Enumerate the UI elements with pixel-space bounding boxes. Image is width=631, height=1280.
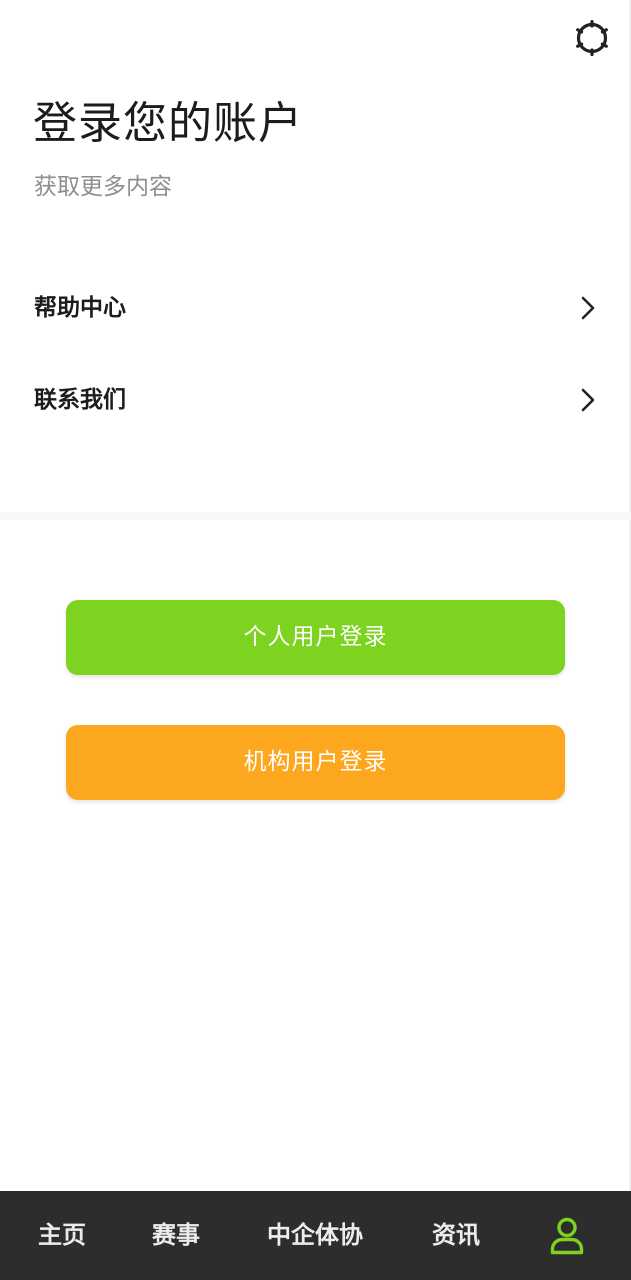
chevron-right-icon — [581, 296, 595, 320]
personal-login-button[interactable]: 个人用户登录 — [66, 600, 565, 675]
tab-enterprise-sports-association[interactable]: 中企体协 — [256, 1191, 374, 1280]
bottom-tab-bar: 主页 赛事 中企体协 资讯 — [0, 1191, 631, 1280]
menu-item-label: 联系我们 — [34, 387, 126, 413]
organization-login-button[interactable]: 机构用户登录 — [66, 725, 565, 800]
account-header-section: 登录您的账户 获取更多内容 帮助中心 联系我们 — [0, 0, 631, 512]
page-title: 登录您的账户 — [33, 98, 303, 149]
chevron-right-icon — [581, 388, 595, 412]
page-subtitle: 获取更多内容 — [34, 174, 172, 200]
settings-button[interactable] — [571, 17, 613, 59]
menu-item-help-center[interactable]: 帮助中心 — [0, 276, 631, 340]
tab-home[interactable]: 主页 — [22, 1191, 102, 1280]
settings-gear-icon — [576, 20, 608, 56]
tab-profile[interactable] — [530, 1191, 604, 1280]
menu-item-label: 帮助中心 — [34, 295, 126, 321]
menu-item-contact-us[interactable]: 联系我们 — [0, 368, 631, 432]
tab-news[interactable]: 资讯 — [416, 1191, 496, 1280]
tab-events[interactable]: 赛事 — [136, 1191, 216, 1280]
user-profile-icon — [550, 1217, 584, 1254]
section-divider — [0, 512, 631, 520]
